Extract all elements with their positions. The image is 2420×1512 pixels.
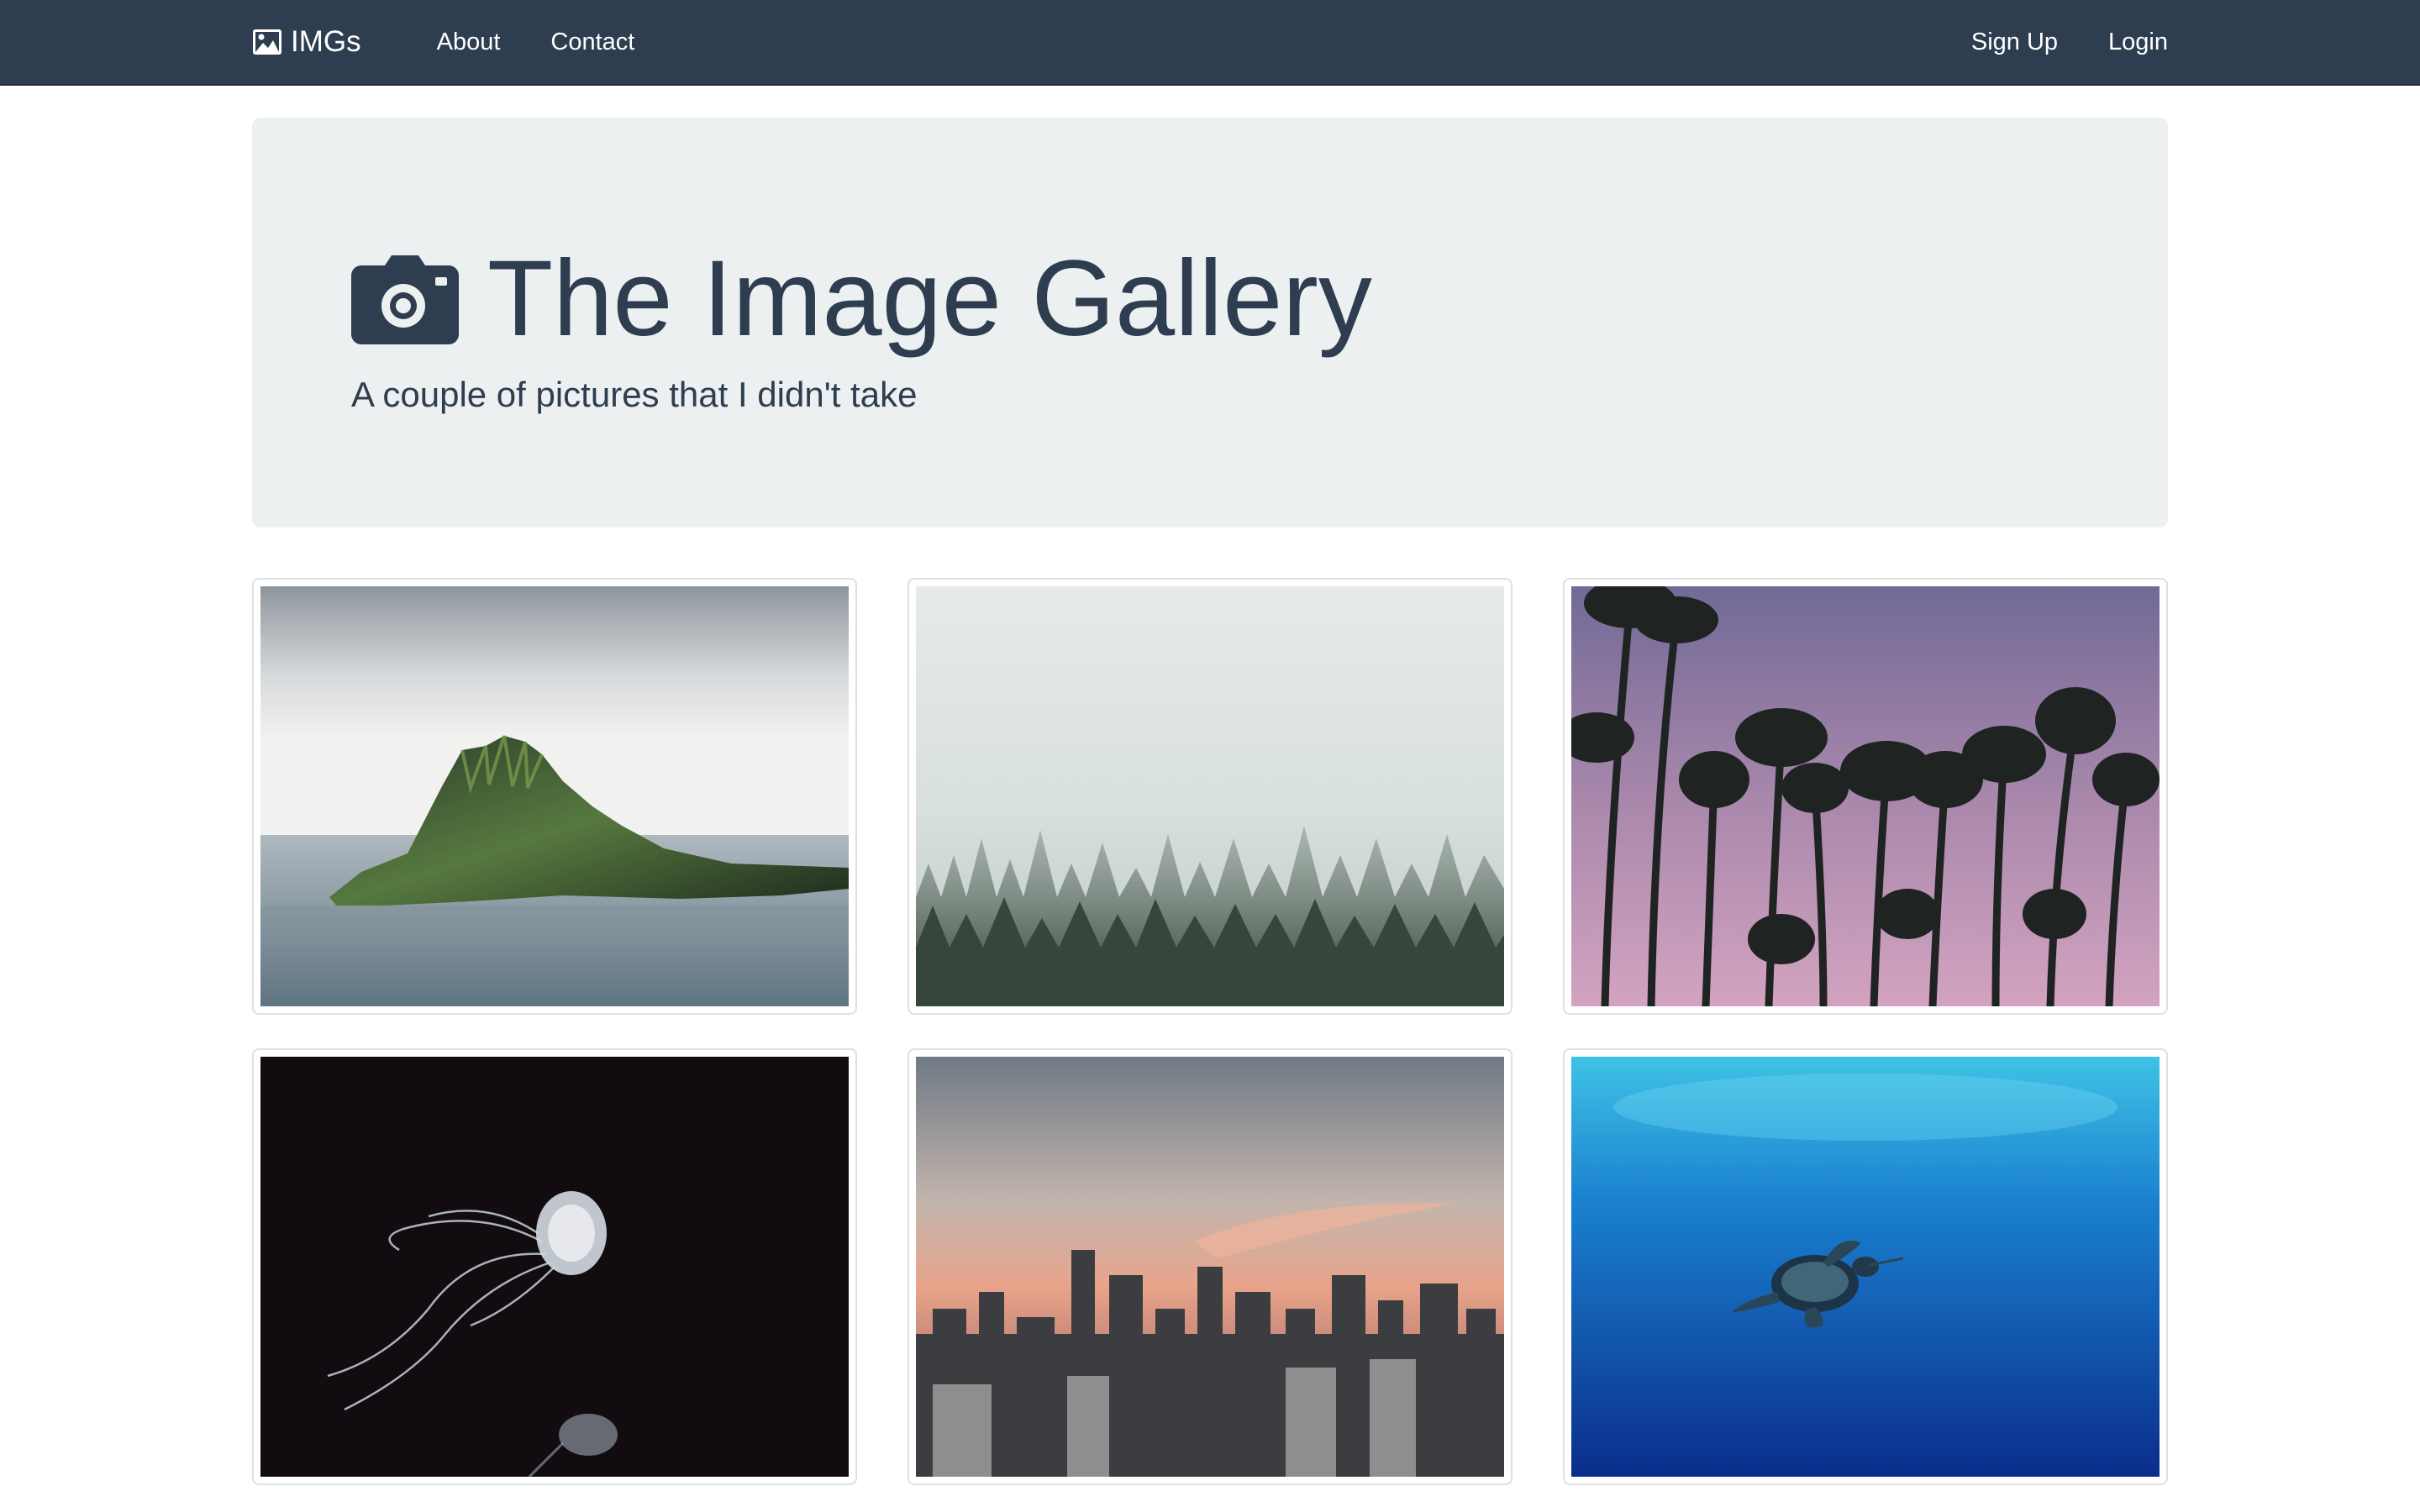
navbar-left: IMGs About Contact bbox=[252, 0, 660, 84]
island-image bbox=[260, 586, 849, 1006]
thumbnail-jellyfish[interactable] bbox=[252, 1048, 857, 1485]
thumbnail-city[interactable] bbox=[908, 1048, 1512, 1485]
forest-image bbox=[916, 586, 1504, 1006]
thumbnail-turtle[interactable] bbox=[1563, 1048, 2168, 1485]
brand-name: IMGs bbox=[291, 25, 361, 58]
page-subtitle: A couple of pictures that I didn't take bbox=[351, 375, 918, 414]
picture-icon bbox=[253, 29, 281, 55]
camera-icon bbox=[351, 255, 459, 344]
jellyfish-image bbox=[260, 1057, 849, 1477]
brand-link[interactable]: IMGs bbox=[252, 25, 361, 59]
nav-link-sign-up[interactable]: Sign Up bbox=[1946, 0, 2083, 85]
palms-image bbox=[1571, 586, 2160, 1006]
thumbnail-forest[interactable] bbox=[908, 578, 1512, 1015]
page-title: The Image Gallery bbox=[351, 245, 1372, 353]
nav-link-about[interactable]: About bbox=[412, 0, 526, 85]
turtle-image bbox=[1571, 1057, 2160, 1477]
thumbnail-island[interactable] bbox=[252, 578, 857, 1015]
nav-link-login[interactable]: Login bbox=[2083, 0, 2168, 85]
hero-jumbotron: The Image Gallery A couple of pictures t… bbox=[252, 118, 2168, 528]
nav-link-contact[interactable]: Contact bbox=[525, 0, 660, 85]
navbar-right: Sign Up Login bbox=[1946, 0, 2168, 84]
navbar-container: IMGs About Contact Sign Up Login bbox=[252, 0, 2168, 84]
page-title-text: The Image Gallery bbox=[487, 239, 1372, 359]
top-navbar: IMGs About Contact Sign Up Login bbox=[0, 0, 2420, 86]
thumbnail-palms[interactable] bbox=[1563, 578, 2168, 1015]
city-image bbox=[916, 1057, 1504, 1477]
